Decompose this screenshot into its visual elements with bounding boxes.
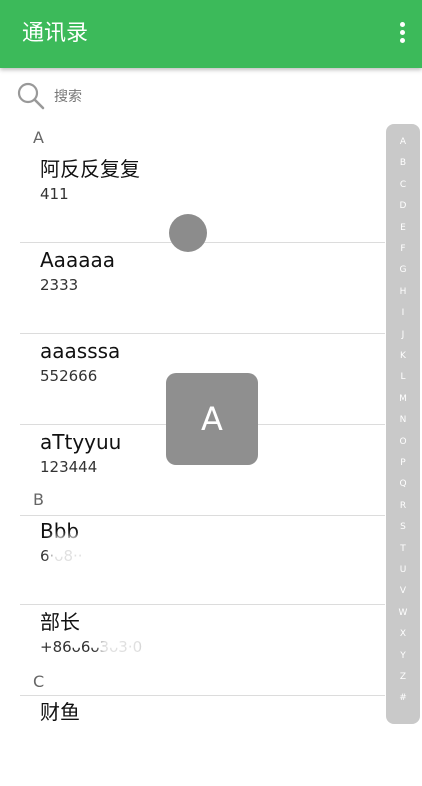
contact-item[interactable]: 部长 +86ᴗ6ᴗ3ᴗ3·0 bbox=[20, 605, 385, 696]
contact-name: 财鱼 bbox=[40, 700, 80, 724]
contact-item[interactable]: 财鱼 bbox=[20, 696, 385, 786]
more-vert-icon[interactable] bbox=[396, 22, 408, 48]
index-letter[interactable]: Q bbox=[386, 478, 420, 490]
index-letter[interactable]: C bbox=[386, 179, 420, 191]
index-letter[interactable]: T bbox=[386, 543, 420, 555]
index-letter[interactable]: Y bbox=[386, 650, 420, 662]
index-letter[interactable]: W bbox=[386, 607, 420, 619]
index-letter[interactable]: K bbox=[386, 350, 420, 362]
app-bar: 通讯录 bbox=[0, 0, 422, 68]
index-letter[interactable]: B bbox=[386, 157, 420, 169]
redaction-blur bbox=[50, 536, 90, 570]
index-letter[interactable]: E bbox=[386, 222, 420, 234]
index-letter[interactable]: M bbox=[386, 393, 420, 405]
alphabet-index-bar[interactable]: A B C D E F G H I J K L M N O P Q R S T U V W X Y Z # bbox=[386, 124, 420, 724]
search-icon bbox=[17, 82, 45, 110]
index-letter[interactable]: F bbox=[386, 243, 420, 255]
contact-phone: 123444 bbox=[40, 458, 98, 476]
letter-popup: A bbox=[166, 373, 258, 465]
section-header-c: C bbox=[33, 672, 45, 691]
contact-name: aaasssa bbox=[40, 339, 121, 363]
contact-phone: 552666 bbox=[40, 367, 98, 385]
index-letter[interactable]: S bbox=[386, 521, 420, 533]
app-title: 通讯录 bbox=[22, 21, 89, 46]
search-bar bbox=[0, 70, 422, 122]
contact-item[interactable]: Aaaaaa 2333 bbox=[20, 243, 385, 334]
section-header-a: A bbox=[33, 128, 44, 147]
index-letter[interactable]: O bbox=[386, 436, 420, 448]
index-letter[interactable]: J bbox=[386, 329, 420, 341]
redaction-blur bbox=[100, 633, 145, 663]
contact-item[interactable]: Bbb 6·ᴗ8·· bbox=[20, 514, 385, 605]
contact-name: 部长 bbox=[40, 610, 80, 634]
search-input[interactable] bbox=[52, 84, 376, 110]
contact-name: 阿反反复复 bbox=[40, 157, 140, 181]
index-letter[interactable]: H bbox=[386, 286, 420, 298]
section-header-b: B bbox=[33, 490, 44, 509]
index-letter[interactable]: L bbox=[386, 371, 420, 383]
index-letter[interactable]: I bbox=[386, 307, 420, 319]
index-letter[interactable]: V bbox=[386, 585, 420, 597]
index-letter[interactable]: X bbox=[386, 628, 420, 640]
index-letter[interactable]: P bbox=[386, 457, 420, 469]
contact-name: Aaaaaa bbox=[40, 248, 115, 272]
contact-phone: 2333 bbox=[40, 276, 79, 294]
index-letter[interactable]: N bbox=[386, 414, 420, 426]
contact-name: aTtyyuu bbox=[40, 430, 122, 454]
index-letter[interactable]: D bbox=[386, 200, 420, 212]
index-letter[interactable]: Z bbox=[386, 671, 420, 683]
touch-indicator bbox=[169, 214, 207, 252]
index-letter[interactable]: A bbox=[386, 136, 420, 148]
index-letter[interactable]: # bbox=[386, 692, 420, 704]
index-letter[interactable]: U bbox=[386, 564, 420, 576]
index-letter[interactable]: R bbox=[386, 500, 420, 512]
index-letter[interactable]: G bbox=[386, 264, 420, 276]
contact-phone: 411 bbox=[40, 185, 69, 203]
